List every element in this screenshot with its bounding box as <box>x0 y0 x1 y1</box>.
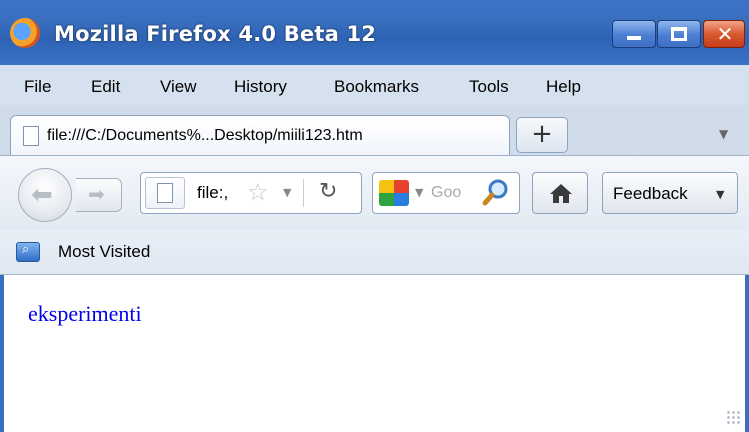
menu-history[interactable]: History <box>234 77 287 97</box>
feedback-button[interactable]: Feedback ▼ <box>602 172 738 214</box>
content-link[interactable]: eksperimenti <box>28 301 142 327</box>
search-bar[interactable]: ▼ Goo <box>372 172 520 214</box>
site-identity-button[interactable] <box>145 177 185 209</box>
search-input[interactable]: Goo <box>431 184 461 202</box>
back-button[interactable]: ⬅ <box>18 168 72 222</box>
forward-arrow-icon: ➡ <box>88 182 105 206</box>
navigation-toolbar: ⬅ ➡ file:, ☆ ▼ ↻ ▼ Goo Feedback ▼ <box>0 155 749 231</box>
feedback-label: Feedback <box>613 184 688 203</box>
maximize-button[interactable] <box>657 20 701 48</box>
most-visited-folder-icon: ⌕ <box>16 242 40 262</box>
home-icon <box>550 184 572 203</box>
minimize-icon <box>627 36 641 40</box>
page-icon <box>157 183 173 203</box>
resize-grip-icon[interactable] <box>726 410 742 426</box>
tab-title: file:///C:/Documents%...Desktop/miili123… <box>47 127 363 144</box>
google-engine-icon[interactable] <box>379 180 409 206</box>
firefox-logo-icon <box>10 18 40 48</box>
menu-bar: File Edit View History Bookmarks Tools H… <box>0 65 749 105</box>
close-button[interactable]: ✕ <box>703 20 745 48</box>
home-button[interactable] <box>532 172 588 214</box>
menu-file[interactable]: File <box>24 77 51 97</box>
menu-bookmarks[interactable]: Bookmarks <box>334 77 419 97</box>
maximize-icon <box>671 27 687 41</box>
menu-view[interactable]: View <box>160 77 197 97</box>
history-dropdown-icon[interactable]: ▼ <box>283 186 291 199</box>
tab-strip: file:///C:/Documents%...Desktop/miili123… <box>0 105 749 157</box>
menu-tools[interactable]: Tools <box>469 77 509 97</box>
page-icon <box>23 126 39 146</box>
bookmarks-toolbar: ⌕ Most Visited <box>0 230 749 275</box>
engine-dropdown-icon[interactable]: ▼ <box>415 186 423 199</box>
search-magnifier-icon[interactable] <box>481 177 511 207</box>
close-icon: ✕ <box>716 22 734 46</box>
reload-icon[interactable]: ↻ <box>319 179 337 204</box>
bookmark-most-visited[interactable]: Most Visited <box>58 242 150 262</box>
tab-active[interactable]: file:///C:/Documents%...Desktop/miili123… <box>10 115 510 157</box>
menu-help[interactable]: Help <box>546 77 581 97</box>
tab-list-dropdown-icon[interactable]: ▼ <box>719 127 728 141</box>
page-content: eksperimenti <box>0 275 749 432</box>
minimize-button[interactable] <box>612 20 656 48</box>
firefox-window: Mozilla Firefox 4.0 Beta 12 ✕ File Edit … <box>0 0 749 432</box>
feedback-dropdown-icon: ▼ <box>716 188 725 201</box>
forward-button[interactable]: ➡ <box>76 178 122 212</box>
bookmark-star-icon[interactable]: ☆ <box>247 178 269 206</box>
title-bar[interactable]: Mozilla Firefox 4.0 Beta 12 ✕ <box>0 0 749 65</box>
new-tab-button[interactable]: + <box>516 117 568 153</box>
url-divider <box>303 179 304 207</box>
menu-edit[interactable]: Edit <box>91 77 120 97</box>
window-title: Mozilla Firefox 4.0 Beta 12 <box>54 22 377 46</box>
url-text[interactable]: file:, <box>197 183 228 203</box>
back-arrow-icon: ⬅ <box>31 180 53 210</box>
url-bar[interactable]: file:, ☆ ▼ ↻ <box>140 172 362 214</box>
